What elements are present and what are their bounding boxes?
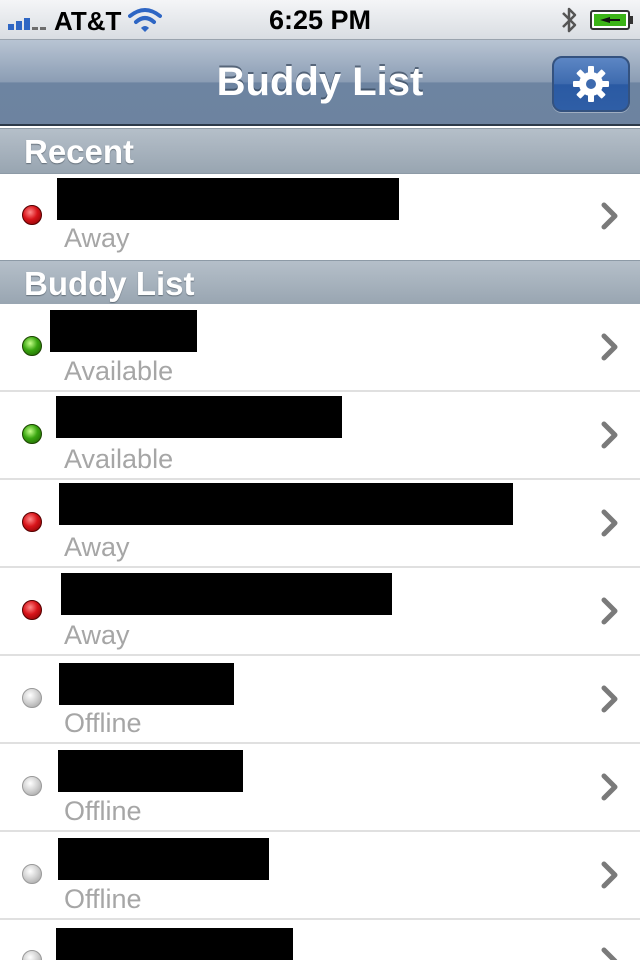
section-title: Buddy List xyxy=(24,265,195,302)
buddy-row[interactable]: Away xyxy=(0,480,640,568)
battery-charging-icon xyxy=(590,10,633,30)
chevron-right-icon xyxy=(601,597,618,625)
buddy-row[interactable]: Offline xyxy=(0,656,640,744)
chevron-right-icon xyxy=(601,202,618,230)
buddy-row[interactable] xyxy=(0,920,640,960)
redacted-buddy-name xyxy=(61,573,392,615)
buddy-row[interactable]: Available xyxy=(0,392,640,480)
offline-status-icon xyxy=(22,776,42,796)
section-title: Recent xyxy=(24,133,135,170)
buddy-status: Offline xyxy=(64,796,142,826)
chevron-right-icon xyxy=(601,861,618,889)
buddy-status: Away xyxy=(64,223,130,253)
chevron-right-icon xyxy=(601,333,618,361)
buddy-row[interactable]: Offline xyxy=(0,744,640,832)
redacted-buddy-name xyxy=(59,663,234,705)
buddy-row[interactable]: Away xyxy=(0,568,640,656)
chevron-right-icon xyxy=(601,509,618,537)
redacted-buddy-name xyxy=(59,483,513,525)
away-status-icon xyxy=(22,205,42,225)
buddy-status: Offline xyxy=(64,884,142,914)
chevron-right-icon xyxy=(601,685,618,713)
navigation-bar: Buddy List xyxy=(0,40,640,126)
redacted-buddy-name xyxy=(58,750,243,792)
offline-status-icon xyxy=(22,950,42,960)
chevron-right-icon xyxy=(601,773,618,801)
status-bar: AT&T 6:25 PM xyxy=(0,0,640,40)
buddy-status: Available xyxy=(64,444,174,474)
redacted-buddy-name xyxy=(56,928,293,960)
clock: 6:25 PM xyxy=(268,5,372,35)
redacted-buddy-name xyxy=(50,310,197,352)
buddy-status: Away xyxy=(64,620,130,650)
away-status-icon xyxy=(22,600,42,620)
away-status-icon xyxy=(22,512,42,532)
offline-status-icon xyxy=(22,688,42,708)
buddy-status: Away xyxy=(64,532,130,562)
page-title: Buddy List xyxy=(216,60,424,104)
available-status-icon xyxy=(22,424,42,444)
redacted-buddy-name xyxy=(58,838,269,880)
redacted-buddy-name xyxy=(56,396,342,438)
section-header-buddy-list: Buddy List xyxy=(0,260,640,306)
buddy-status: Offline xyxy=(64,708,142,738)
redacted-buddy-name xyxy=(57,178,399,220)
buddy-status: Available xyxy=(64,356,174,386)
gear-icon xyxy=(573,66,609,102)
offline-status-icon xyxy=(22,864,42,884)
buddy-row[interactable]: Available xyxy=(0,304,640,392)
available-status-icon xyxy=(22,336,42,356)
bluetooth-icon xyxy=(562,7,577,33)
buddy-row[interactable]: Offline xyxy=(0,832,640,920)
settings-button[interactable] xyxy=(552,56,630,112)
buddy-row[interactable]: Away xyxy=(0,174,640,262)
section-header-recent: Recent xyxy=(0,128,640,174)
chevron-right-icon xyxy=(601,421,618,449)
chevron-right-icon xyxy=(601,947,618,960)
